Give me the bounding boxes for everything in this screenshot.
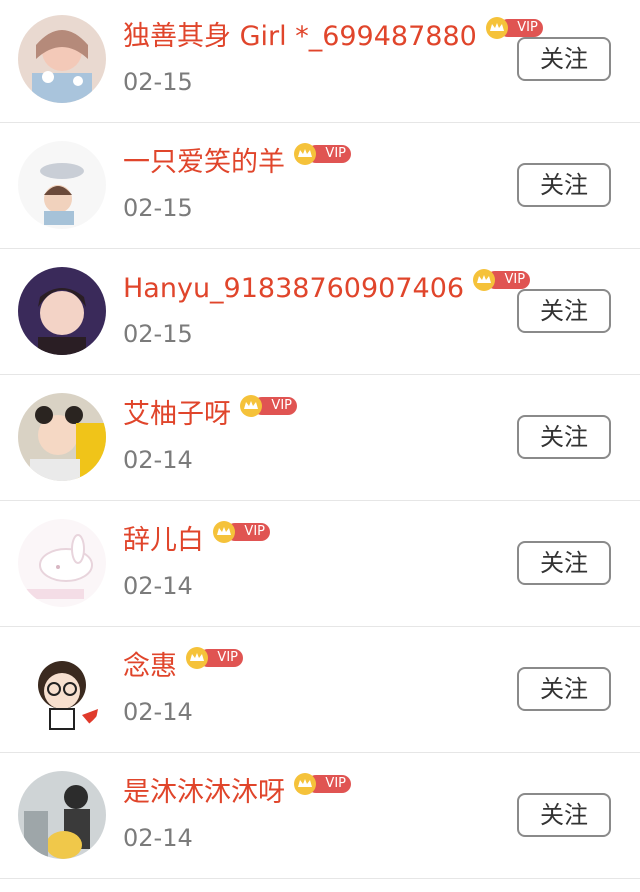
follow-button[interactable]: 关注: [517, 415, 611, 459]
crown-icon: [294, 773, 316, 795]
follow-button[interactable]: 关注: [517, 289, 611, 333]
avatar[interactable]: [18, 519, 106, 607]
follow-date: 02-15: [123, 320, 193, 348]
user-name[interactable]: Hanyu_91838760907406: [123, 269, 464, 309]
list-item[interactable]: 念惠 VIP 02-14 关注: [0, 627, 640, 753]
follow-button[interactable]: 关注: [517, 163, 611, 207]
crown-icon: [485, 17, 508, 39]
list-item[interactable]: Hanyu_91838760907406 VIP 02-15 关注: [0, 249, 640, 375]
follow-date: 02-14: [123, 572, 193, 600]
avatar[interactable]: [18, 141, 106, 229]
user-name[interactable]: 是沐沐沐沐呀: [123, 773, 285, 813]
crown-icon: [473, 269, 496, 291]
list-item[interactable]: 辞儿白 VIP 02-14 关注: [0, 501, 640, 627]
vip-badge: VIP: [212, 521, 270, 543]
user-name[interactable]: 艾柚子呀: [123, 395, 231, 435]
list-item[interactable]: 一只爱笑的羊 VIP 02-15 关注: [0, 123, 640, 249]
avatar[interactable]: [18, 15, 106, 103]
follow-date: 02-14: [123, 446, 193, 474]
follow-date: 02-14: [123, 698, 193, 726]
vip-badge: VIP: [293, 143, 351, 165]
vip-badge: VIP: [293, 773, 351, 795]
list-item[interactable]: 独善其身 Girl *_699487880 VIP 02-15 关注: [0, 0, 640, 123]
crown-icon: [213, 521, 235, 543]
crown-icon: [294, 143, 316, 165]
list-item[interactable]: 艾柚子呀 VIP 02-14 关注: [0, 375, 640, 501]
vip-badge: VIP: [485, 17, 543, 39]
follower-list: 独善其身 Girl *_699487880 VIP 02-15 关注 一只爱笑的…: [0, 0, 640, 879]
user-name[interactable]: 一只爱笑的羊: [123, 143, 285, 183]
crown-icon: [186, 647, 208, 669]
follow-button[interactable]: 关注: [517, 541, 611, 585]
vip-badge: VIP: [472, 269, 531, 291]
follow-date: 02-14: [123, 824, 193, 852]
avatar[interactable]: [18, 645, 106, 733]
follow-button[interactable]: 关注: [517, 667, 611, 711]
follow-button[interactable]: 关注: [517, 793, 611, 837]
follow-date: 02-15: [123, 68, 193, 96]
avatar[interactable]: [18, 267, 106, 355]
user-name[interactable]: 独善其身 Girl *_699487880: [123, 17, 477, 57]
user-name[interactable]: 辞儿白: [123, 521, 204, 561]
follow-button[interactable]: 关注: [517, 37, 611, 81]
list-item[interactable]: 是沐沐沐沐呀 VIP 02-14 关注: [0, 753, 640, 879]
avatar[interactable]: [18, 771, 106, 859]
follow-date: 02-15: [123, 194, 193, 222]
crown-icon: [240, 395, 262, 417]
user-name[interactable]: 念惠: [123, 647, 177, 687]
vip-badge: VIP: [239, 395, 297, 417]
avatar[interactable]: [18, 393, 106, 481]
vip-badge: VIP: [185, 647, 243, 669]
